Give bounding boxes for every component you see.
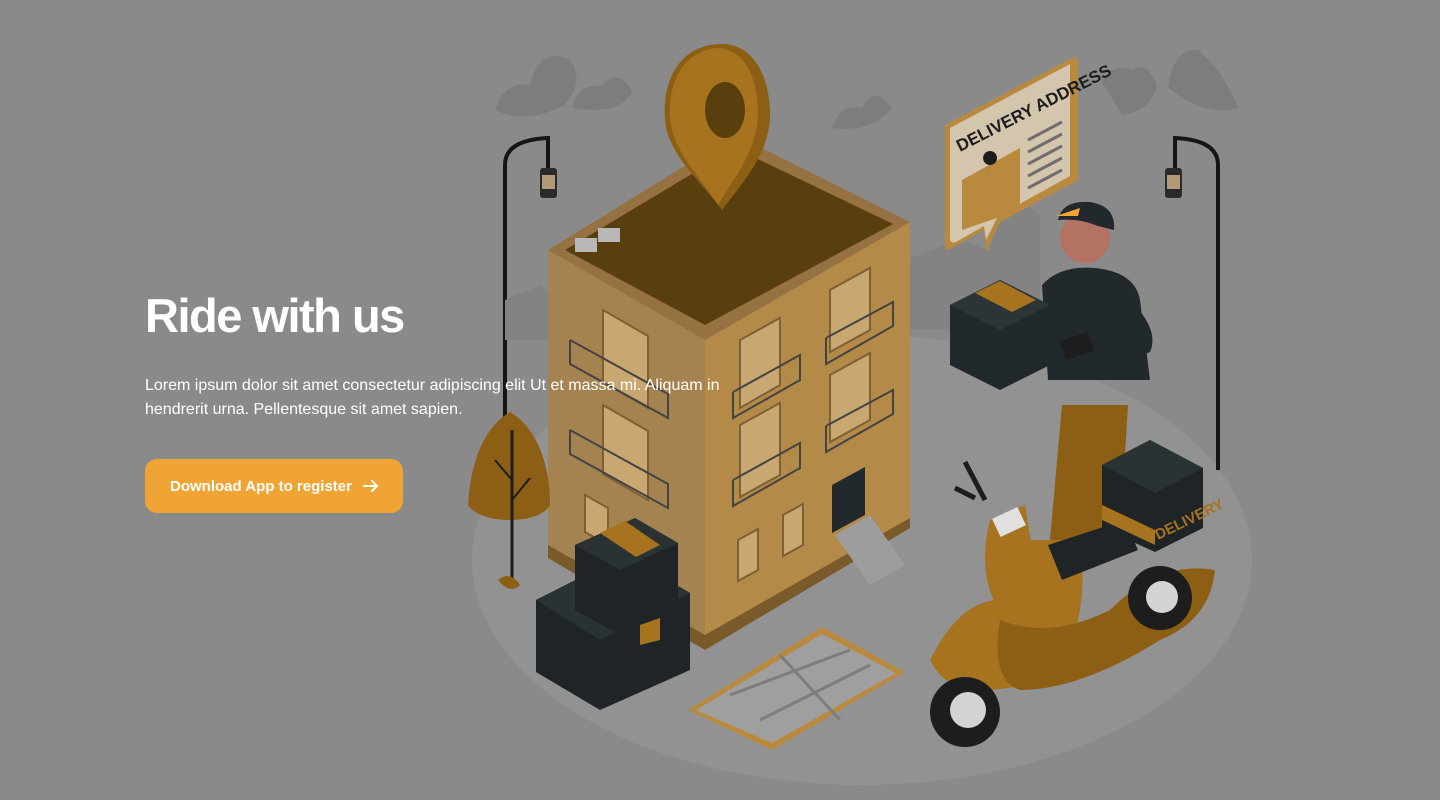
hero-text-block: Ride with us Lorem ipsum dolor sit amet … — [145, 288, 745, 422]
hero-title: Ride with us — [145, 289, 405, 342]
download-app-button-label: Download App to register — [170, 477, 352, 495]
cloud-icon — [495, 49, 1238, 129]
download-app-button[interactable]: Download App to register — [145, 459, 403, 513]
hero-description: Lorem ipsum dolor sit amet consectetur a… — [145, 377, 720, 418]
arrow-right-icon — [362, 480, 378, 492]
